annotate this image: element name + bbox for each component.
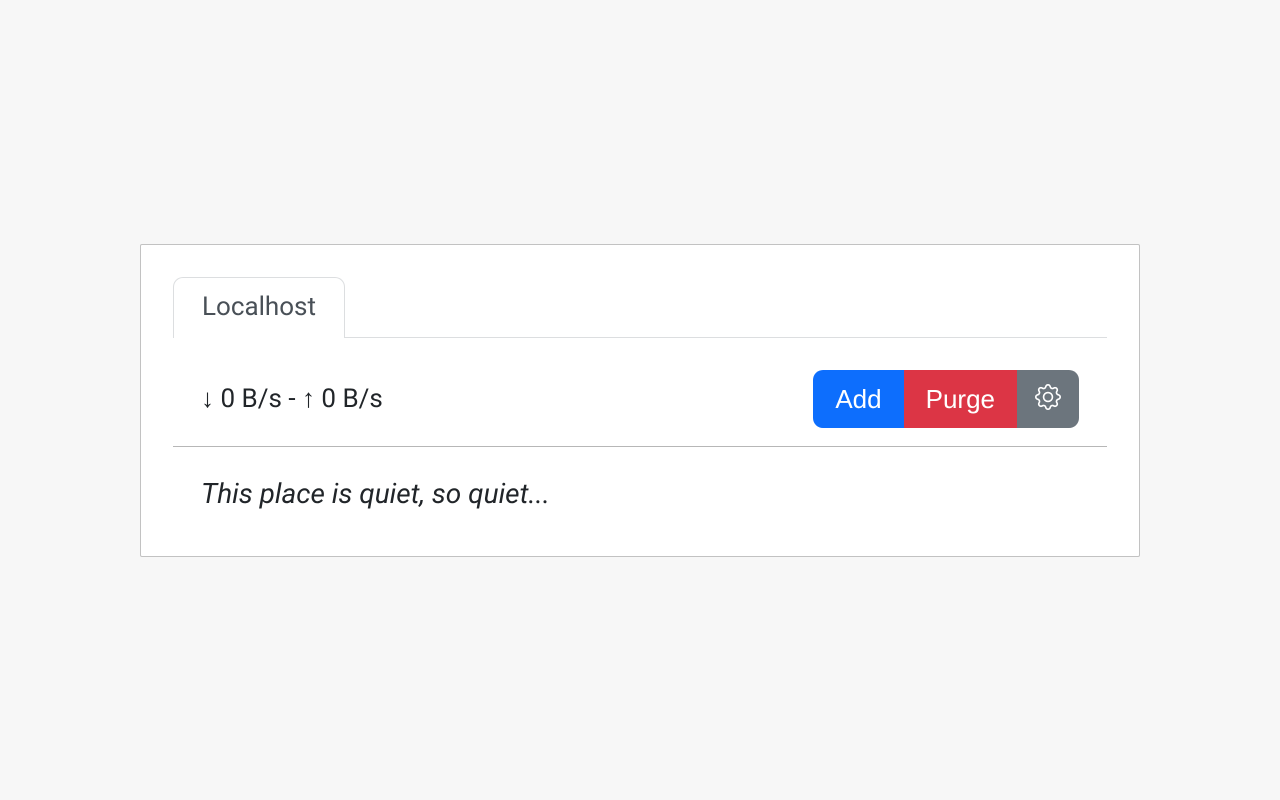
download-speed: 0 B/s (220, 384, 281, 414)
action-button-group: Add Purge (813, 370, 1079, 428)
down-arrow-icon: ↓ (201, 384, 214, 414)
add-button[interactable]: Add (813, 370, 903, 428)
empty-state-message: This place is quiet, so quiet... (173, 447, 1107, 520)
gear-icon (1035, 384, 1061, 414)
page-root: Localhost ↓ 0 B/s - ↑ 0 B/s Add Purge Th… (0, 0, 1280, 800)
purge-button[interactable]: Purge (904, 370, 1017, 428)
speed-separator: - (282, 384, 302, 414)
toolbar: ↓ 0 B/s - ↑ 0 B/s Add Purge (173, 338, 1107, 447)
upload-speed: 0 B/s (321, 384, 382, 414)
server-card: Localhost ↓ 0 B/s - ↑ 0 B/s Add Purge Th… (140, 244, 1140, 557)
transfer-speed: ↓ 0 B/s - ↑ 0 B/s (201, 383, 383, 414)
up-arrow-icon: ↑ (302, 384, 315, 414)
tab-bar: Localhost (173, 277, 1107, 338)
tab-localhost[interactable]: Localhost (173, 277, 345, 338)
settings-button[interactable] (1017, 370, 1079, 428)
